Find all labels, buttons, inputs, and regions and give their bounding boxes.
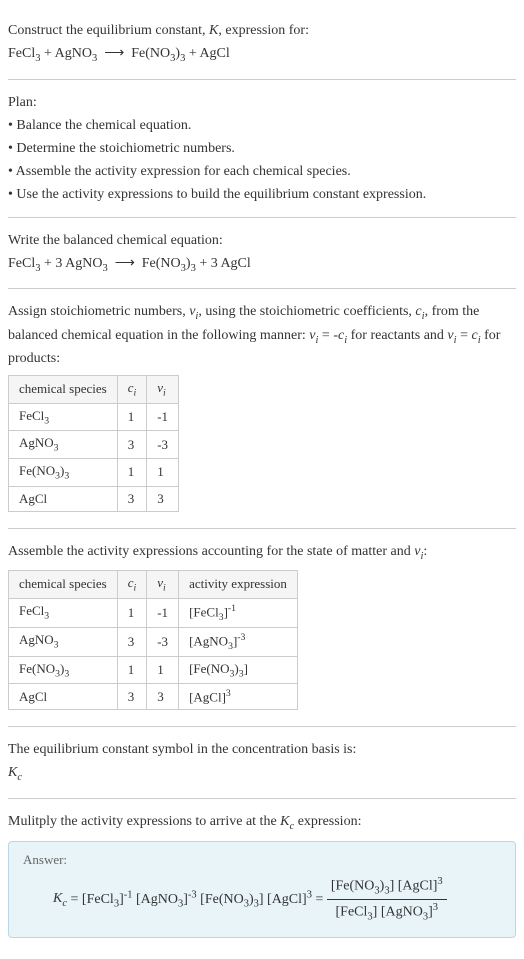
cell-ci: 1 [117,656,147,684]
answer-label: Answer: [23,852,501,868]
multiply-section: Mulitply the activity expressions to arr… [8,799,516,948]
stoich-table: chemical species ci νi FeCl3 1 -1 AgNO3 … [8,375,179,511]
cell-activity: [AgNO3]-3 [179,627,298,656]
cell-species: FeCl3 [9,598,118,627]
cell-activity: [AgCl]3 [179,684,298,710]
stoich-section: Assign stoichiometric numbers, νi, using… [8,289,516,528]
col-species: chemical species [9,571,118,599]
col-species: chemical species [9,376,118,404]
plan-item-text: Use the activity expressions to build th… [16,187,426,202]
plan-title: Plan: [8,92,516,113]
cell-activity: [Fe(NO3)3] [179,656,298,684]
fraction-denominator: [FeCl3] [AgNO3]3 [327,900,447,925]
cell-species: AgCl [9,486,118,511]
cell-nui: -3 [147,627,179,656]
cell-nui: 1 [147,458,179,486]
col-activity: activity expression [179,571,298,599]
cell-ci: 1 [117,598,147,627]
cell-species: AgNO3 [9,627,118,656]
symbol-line1: The equilibrium constant symbol in the c… [8,739,516,760]
answer-expression: Kc = [FeCl3]-1 [AgNO3]-3 [Fe(NO3)3] [AgC… [23,874,501,925]
prompt-equation: FeCl3 + AgNO3 ⟶ Fe(NO3)3 + AgCl [8,43,516,67]
plan-section: Plan: • Balance the chemical equation. •… [8,80,516,218]
answer-box: Answer: Kc = [FeCl3]-1 [AgNO3]-3 [Fe(NO3… [8,841,516,938]
cell-ci: 1 [117,458,147,486]
fraction-numerator: [Fe(NO3)3] [AgCl]3 [327,874,447,900]
table-header-row: chemical species ci νi activity expressi… [9,571,298,599]
cell-ci: 3 [117,684,147,710]
cell-species: AgNO3 [9,431,118,459]
fraction: [Fe(NO3)3] [AgCl]3 [FeCl3] [AgNO3]3 [327,874,447,925]
table-row: FeCl3 1 -1 [FeCl3]-1 [9,598,298,627]
table-row: Fe(NO3)3 1 1 [9,458,179,486]
cell-ci: 1 [117,403,147,431]
table-row: AgCl 3 3 [AgCl]3 [9,684,298,710]
cell-activity: [FeCl3]-1 [179,598,298,627]
col-ci: ci [117,376,147,404]
table-row: FeCl3 1 -1 [9,403,179,431]
activity-section: Assemble the activity expressions accoun… [8,529,516,728]
plan-item: • Balance the chemical equation. [8,115,516,136]
cell-nui: -3 [147,431,179,459]
table-row: AgNO3 3 -3 [AgNO3]-3 [9,627,298,656]
plan-item: • Use the activity expressions to build … [8,184,516,205]
table-header-row: chemical species ci νi [9,376,179,404]
table-row: Fe(NO3)3 1 1 [Fe(NO3)3] [9,656,298,684]
balanced-title: Write the balanced chemical equation: [8,230,516,251]
cell-species: Fe(NO3)3 [9,458,118,486]
plan-item-text: Assemble the activity expression for eac… [16,164,351,179]
cell-nui: 3 [147,486,179,511]
cell-species: AgCl [9,684,118,710]
table-row: AgNO3 3 -3 [9,431,179,459]
symbol-kc: Kc [8,762,516,786]
cell-nui: 1 [147,656,179,684]
activity-table: chemical species ci νi activity expressi… [8,570,298,710]
cell-nui: -1 [147,403,179,431]
plan-item: • Determine the stoichiometric numbers. [8,138,516,159]
cell-ci: 3 [117,627,147,656]
symbol-section: The equilibrium constant symbol in the c… [8,727,516,799]
table-row: AgCl 3 3 [9,486,179,511]
plan-item: • Assemble the activity expression for e… [8,161,516,182]
prompt-line1: Construct the equilibrium constant, K, e… [8,20,516,41]
col-nui: νi [147,571,179,599]
balanced-equation: FeCl3 + 3 AgNO3 ⟶ Fe(NO3)3 + 3 AgCl [8,253,516,277]
balanced-section: Write the balanced chemical equation: Fe… [8,218,516,290]
col-nui: νi [147,376,179,404]
activity-intro: Assemble the activity expressions accoun… [8,541,516,565]
prompt-section: Construct the equilibrium constant, K, e… [8,8,516,80]
col-ci: ci [117,571,147,599]
cell-species: FeCl3 [9,403,118,431]
cell-ci: 3 [117,431,147,459]
stoich-intro: Assign stoichiometric numbers, νi, using… [8,301,516,369]
plan-item-text: Balance the chemical equation. [16,118,191,133]
plan-item-text: Determine the stoichiometric numbers. [16,141,235,156]
cell-ci: 3 [117,486,147,511]
cell-nui: -1 [147,598,179,627]
cell-nui: 3 [147,684,179,710]
cell-species: Fe(NO3)3 [9,656,118,684]
multiply-title: Mulitply the activity expressions to arr… [8,811,516,835]
